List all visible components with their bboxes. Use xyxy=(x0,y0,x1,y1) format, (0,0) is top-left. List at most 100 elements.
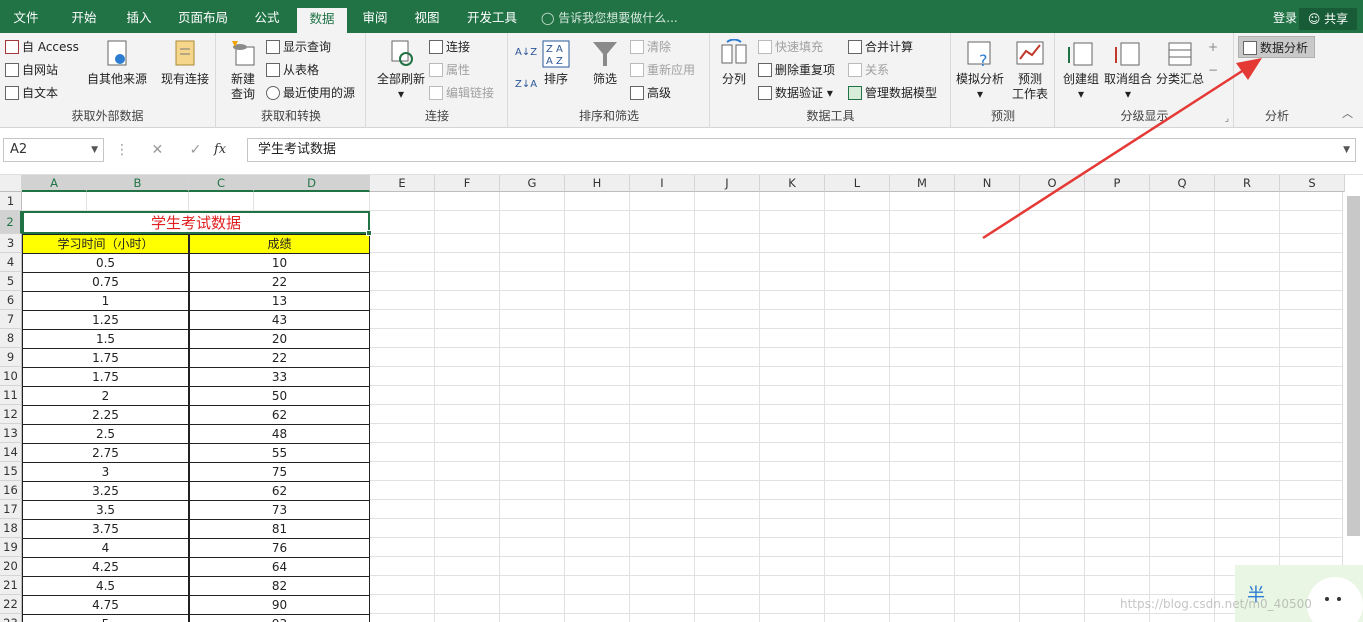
cell[interactable] xyxy=(695,500,760,519)
remove-duplicates-button[interactable]: 删除重复项 xyxy=(758,60,835,80)
cell[interactable] xyxy=(695,253,760,272)
data-cell-hours[interactable]: 4.25 xyxy=(22,557,189,577)
cell[interactable] xyxy=(370,538,435,557)
row-header-5[interactable]: 5 xyxy=(0,272,22,291)
data-cell-score[interactable]: 62 xyxy=(189,405,370,425)
show-queries-button[interactable]: 显示查询 xyxy=(266,37,331,57)
data-cell-score[interactable]: 82 xyxy=(189,576,370,596)
column-header-J[interactable]: J xyxy=(695,175,760,192)
cell[interactable] xyxy=(1085,386,1150,405)
collapse-ribbon-icon[interactable]: ︿ xyxy=(1342,105,1353,121)
cell[interactable] xyxy=(1020,234,1085,253)
cell[interactable] xyxy=(435,576,500,595)
cell[interactable] xyxy=(435,234,500,253)
name-box[interactable]: A2 ▼ xyxy=(3,138,104,162)
cell[interactable] xyxy=(500,367,565,386)
cell[interactable] xyxy=(955,614,1020,622)
cell[interactable] xyxy=(435,462,500,481)
data-cell-score[interactable]: 73 xyxy=(189,500,370,520)
cell[interactable] xyxy=(500,462,565,481)
cell[interactable] xyxy=(565,310,630,329)
cell[interactable] xyxy=(955,576,1020,595)
data-cell-hours[interactable]: 1 xyxy=(22,291,189,311)
cell[interactable] xyxy=(1020,462,1085,481)
cell[interactable] xyxy=(890,386,955,405)
formula-input[interactable]: 学生考试数据 ▼ xyxy=(247,138,1356,162)
cell[interactable] xyxy=(1215,538,1280,557)
cell[interactable] xyxy=(370,291,435,310)
cell[interactable] xyxy=(1215,310,1280,329)
tab-view[interactable]: 视图 xyxy=(401,0,453,33)
expand-formula-icon[interactable]: ▼ xyxy=(1343,139,1350,161)
cell[interactable] xyxy=(370,348,435,367)
cell[interactable] xyxy=(500,386,565,405)
cell[interactable] xyxy=(500,443,565,462)
cell[interactable] xyxy=(630,272,695,291)
cell[interactable] xyxy=(825,538,890,557)
cell[interactable] xyxy=(630,405,695,424)
header-cell-score[interactable]: 成绩 xyxy=(189,234,370,254)
cell[interactable] xyxy=(890,481,955,500)
from-table-button[interactable]: 从表格 xyxy=(266,60,319,80)
cell[interactable] xyxy=(760,576,825,595)
sort-button[interactable]: Z AA Z 排序 xyxy=(539,39,573,87)
cell[interactable] xyxy=(760,595,825,614)
cell[interactable] xyxy=(955,211,1020,234)
tell-me-box[interactable]: ◯ 告诉我您想要做什么... xyxy=(541,0,678,33)
row-header-15[interactable]: 15 xyxy=(0,462,22,481)
share-button[interactable]: ☺ 共享 xyxy=(1299,8,1357,30)
cell[interactable] xyxy=(370,576,435,595)
tab-developer[interactable]: 开发工具 xyxy=(458,0,526,33)
cell[interactable] xyxy=(370,519,435,538)
cell[interactable] xyxy=(565,291,630,310)
cell[interactable] xyxy=(630,557,695,576)
cell[interactable] xyxy=(1280,211,1345,234)
cell[interactable] xyxy=(890,272,955,291)
cell[interactable] xyxy=(825,329,890,348)
from-web-button[interactable]: 自网站 xyxy=(5,60,58,80)
cell[interactable] xyxy=(955,500,1020,519)
cell[interactable] xyxy=(955,424,1020,443)
column-header-S[interactable]: S xyxy=(1280,175,1345,192)
cell[interactable] xyxy=(500,329,565,348)
cell[interactable] xyxy=(955,348,1020,367)
data-cell-hours[interactable]: 4 xyxy=(22,538,189,558)
cell[interactable] xyxy=(1020,329,1085,348)
cell[interactable] xyxy=(1085,614,1150,622)
cell[interactable] xyxy=(825,253,890,272)
cell[interactable] xyxy=(1085,462,1150,481)
cell[interactable] xyxy=(825,557,890,576)
column-header-E[interactable]: E xyxy=(370,175,435,192)
cell[interactable] xyxy=(500,192,565,211)
data-cell-hours[interactable]: 4.5 xyxy=(22,576,189,596)
cell[interactable] xyxy=(1280,519,1345,538)
row-header-3[interactable]: 3 xyxy=(0,234,22,253)
flash-fill-button[interactable]: 快速填充 xyxy=(758,37,823,57)
cell[interactable] xyxy=(1215,519,1280,538)
cell[interactable] xyxy=(1085,405,1150,424)
cell[interactable] xyxy=(370,481,435,500)
refresh-all-button[interactable]: 全部刷新 ▾ xyxy=(371,39,431,102)
fill-handle[interactable] xyxy=(366,230,372,236)
cell[interactable] xyxy=(1215,234,1280,253)
cell[interactable] xyxy=(825,272,890,291)
data-cell-hours[interactable]: 5 xyxy=(22,614,189,622)
cell[interactable] xyxy=(630,211,695,234)
cell[interactable] xyxy=(825,386,890,405)
cell[interactable] xyxy=(565,234,630,253)
cell[interactable] xyxy=(760,291,825,310)
row-header-23[interactable]: 23 xyxy=(0,614,22,622)
cell[interactable] xyxy=(890,443,955,462)
cell[interactable] xyxy=(1085,291,1150,310)
cell[interactable] xyxy=(1150,557,1215,576)
cell[interactable] xyxy=(1215,500,1280,519)
cell[interactable] xyxy=(565,443,630,462)
cell[interactable] xyxy=(370,614,435,622)
data-cell-score[interactable]: 48 xyxy=(189,424,370,444)
cell[interactable] xyxy=(630,234,695,253)
cell[interactable] xyxy=(1085,500,1150,519)
cell[interactable] xyxy=(1150,291,1215,310)
cell[interactable] xyxy=(1085,211,1150,234)
cell[interactable] xyxy=(760,329,825,348)
cell[interactable] xyxy=(1085,272,1150,291)
